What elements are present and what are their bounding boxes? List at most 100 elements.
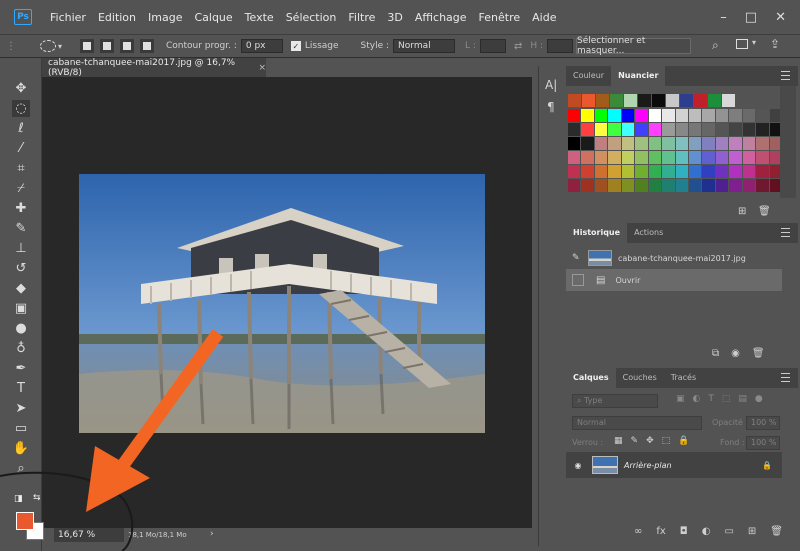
filter-type-icon[interactable]: T bbox=[708, 394, 714, 404]
delete-layer-icon[interactable]: 🗑 bbox=[770, 526, 783, 537]
recent-swatch[interactable] bbox=[638, 94, 651, 107]
clone-stamp-icon[interactable]: ⊥ bbox=[12, 240, 30, 257]
color-swatch[interactable] bbox=[662, 137, 675, 150]
intersect-selection-icon[interactable] bbox=[140, 39, 155, 53]
color-swatch[interactable] bbox=[608, 123, 621, 136]
canvas-area[interactable] bbox=[42, 77, 532, 528]
color-swatch[interactable] bbox=[635, 151, 648, 164]
document-tab[interactable]: cabane-tchanquee-mai2017.jpg @ 16,7% (RV… bbox=[42, 58, 266, 78]
recent-swatch[interactable] bbox=[694, 94, 707, 107]
color-swatch[interactable] bbox=[648, 137, 662, 150]
menu-3d[interactable]: 3D bbox=[381, 11, 408, 24]
tab-couleur[interactable]: Couleur bbox=[566, 66, 611, 86]
color-swatch[interactable] bbox=[702, 137, 715, 150]
add-mask-icon[interactable]: ◘ bbox=[680, 526, 688, 537]
recent-swatch[interactable] bbox=[582, 94, 595, 107]
color-swatch[interactable] bbox=[581, 109, 594, 122]
color-swatch[interactable] bbox=[621, 165, 635, 178]
recent-swatch[interactable] bbox=[624, 94, 637, 107]
history-snapshot[interactable]: ✎ cabane-tchanquee-mai2017.jpg bbox=[566, 247, 782, 269]
color-swatch[interactable] bbox=[688, 137, 702, 150]
lock-pixels-icon[interactable]: ✎ bbox=[631, 436, 639, 446]
color-swatch[interactable] bbox=[688, 123, 702, 136]
menu-fichier[interactable]: Fichier bbox=[44, 11, 92, 24]
swatches-scrollbar[interactable] bbox=[780, 86, 796, 198]
tab-nuancier[interactable]: Nuancier bbox=[611, 66, 666, 86]
color-swatch[interactable] bbox=[756, 179, 769, 192]
status-menu-arrow-icon[interactable]: › bbox=[210, 529, 214, 539]
blend-mode-select[interactable]: Normal bbox=[572, 416, 702, 430]
foreground-color-swatch[interactable] bbox=[16, 512, 34, 530]
color-swatch[interactable] bbox=[594, 179, 608, 192]
style-select[interactable]: Normal bbox=[393, 39, 456, 53]
color-swatch[interactable] bbox=[729, 179, 742, 192]
workspace-icon[interactable] bbox=[736, 39, 748, 49]
color-swatch[interactable] bbox=[702, 109, 715, 122]
color-swatch[interactable] bbox=[715, 123, 729, 136]
color-swatch[interactable] bbox=[715, 109, 729, 122]
search-icon[interactable]: ⌕ bbox=[712, 38, 719, 53]
menu-calque[interactable]: Calque bbox=[188, 11, 238, 24]
color-swatch[interactable] bbox=[675, 165, 688, 178]
color-swatch[interactable] bbox=[702, 179, 715, 192]
color-swatch[interactable] bbox=[729, 165, 742, 178]
swap-dimensions-icon[interactable]: ⇄ bbox=[514, 41, 522, 52]
color-swatch[interactable] bbox=[675, 123, 688, 136]
height-input[interactable] bbox=[547, 39, 574, 53]
move-icon[interactable]: ✥ bbox=[12, 80, 30, 97]
gradient-icon[interactable]: ▣ bbox=[12, 300, 30, 317]
color-swatch[interactable] bbox=[715, 179, 729, 192]
add-selection-icon[interactable] bbox=[100, 39, 115, 53]
fill-input[interactable]: 100 % bbox=[746, 436, 780, 450]
color-swatch[interactable] bbox=[662, 109, 675, 122]
color-swatch[interactable] bbox=[662, 179, 675, 192]
color-swatch[interactable] bbox=[635, 165, 648, 178]
menu-affichage[interactable]: Affichage bbox=[409, 11, 473, 24]
color-swatch[interactable] bbox=[594, 109, 608, 122]
layer-name[interactable]: Arrière-plan bbox=[624, 461, 672, 470]
color-swatch[interactable] bbox=[608, 165, 621, 178]
feather-input[interactable]: 0 px bbox=[240, 39, 283, 53]
color-swatch[interactable] bbox=[756, 109, 769, 122]
magic-wand-icon[interactable]: ⁄ bbox=[12, 140, 30, 157]
color-swatch[interactable] bbox=[715, 151, 729, 164]
opacity-input[interactable]: 100 % bbox=[746, 416, 780, 430]
brush-icon[interactable]: ✎ bbox=[12, 220, 30, 237]
color-swatch[interactable] bbox=[608, 109, 621, 122]
color-swatch[interactable] bbox=[742, 151, 756, 164]
color-swatch[interactable] bbox=[621, 179, 635, 192]
color-swatch[interactable] bbox=[635, 179, 648, 192]
recent-swatch[interactable] bbox=[596, 94, 609, 107]
color-swatch[interactable] bbox=[621, 151, 635, 164]
lock-artboard-icon[interactable]: ⬚ bbox=[662, 436, 671, 446]
color-swatch[interactable] bbox=[702, 165, 715, 178]
menu-image[interactable]: Image bbox=[142, 11, 188, 24]
filter-toggle-icon[interactable]: ● bbox=[755, 394, 763, 404]
color-swatch[interactable] bbox=[608, 179, 621, 192]
color-swatch[interactable] bbox=[675, 151, 688, 164]
color-swatch[interactable] bbox=[581, 137, 594, 150]
color-swatch[interactable] bbox=[675, 109, 688, 122]
history-brush-icon[interactable]: ↺ bbox=[12, 260, 30, 277]
recent-swatch[interactable] bbox=[652, 94, 665, 107]
color-swatch[interactable] bbox=[729, 123, 742, 136]
blur-icon[interactable]: ● bbox=[12, 320, 30, 337]
new-group-icon[interactable]: ▭ bbox=[724, 526, 733, 537]
menu-texte[interactable]: Texte bbox=[239, 11, 280, 24]
path-selection-icon[interactable]: ➤ bbox=[12, 400, 30, 417]
maximize-button[interactable]: □ bbox=[745, 10, 757, 25]
color-swatch[interactable] bbox=[608, 151, 621, 164]
rectangle-shape-icon[interactable]: ▭ bbox=[12, 420, 30, 437]
filter-pixel-icon[interactable]: ▣ bbox=[676, 394, 685, 404]
workspace-chevron-icon[interactable]: ▾ bbox=[752, 38, 756, 47]
select-and-mask-button[interactable]: Sélectionner et masquer... bbox=[576, 36, 691, 56]
color-swatch[interactable] bbox=[568, 151, 581, 164]
menu-filtre[interactable]: Filtre bbox=[342, 11, 381, 24]
tool-preset-icon[interactable] bbox=[40, 40, 56, 52]
color-swatch[interactable] bbox=[568, 137, 581, 150]
color-swatch[interactable] bbox=[675, 179, 688, 192]
color-swatch[interactable] bbox=[648, 151, 662, 164]
recent-swatch[interactable] bbox=[610, 94, 623, 107]
layer-row[interactable]: ◉ Arrière-plan 🔒 bbox=[566, 452, 782, 478]
color-swatch[interactable] bbox=[688, 179, 702, 192]
